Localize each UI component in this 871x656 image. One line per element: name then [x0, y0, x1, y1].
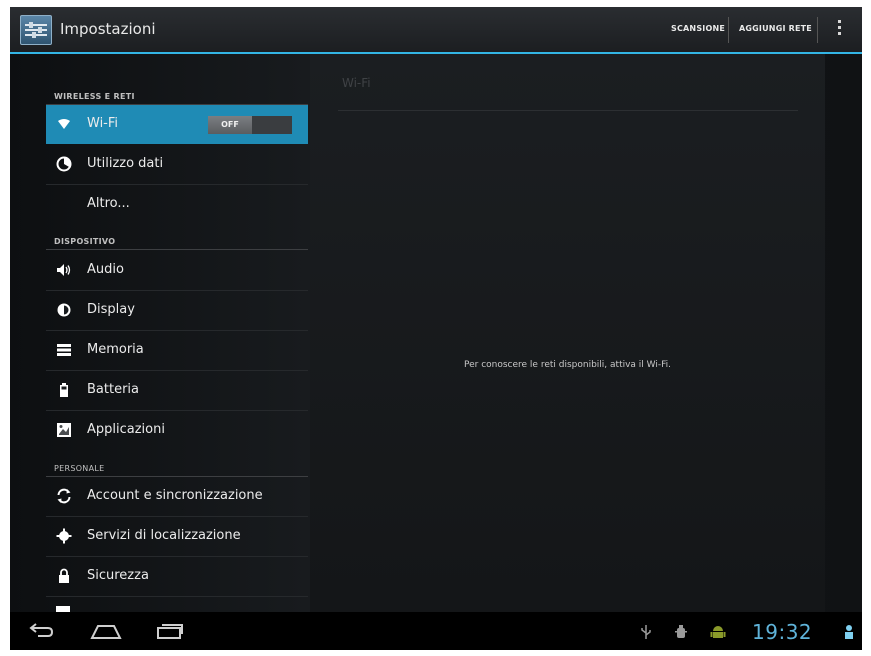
sidebar-item-label: Sicurezza — [87, 568, 149, 583]
section-header-wireless: WIRELESS E RETI — [54, 92, 135, 101]
sidebar-item-location[interactable]: Servizi di localizzazione — [46, 517, 308, 557]
sidebar-item-apps[interactable]: Applicazioni — [46, 411, 308, 450]
debug-icon — [675, 625, 687, 638]
sidebar-item-label: Account e sincronizzazione — [87, 488, 263, 503]
overflow-menu-icon[interactable] — [837, 20, 843, 40]
settings-list[interactable]: WIRELESS E RETI Wi-Fi OFF Utilizzo dati — [46, 54, 308, 612]
settings-icon[interactable] — [20, 15, 52, 45]
sidebar-item-security[interactable]: Sicurezza — [46, 557, 308, 597]
divider — [817, 17, 818, 43]
usb-icon — [641, 625, 651, 639]
wifi-detail-pane: Wi-Fi Per conoscere le reti disponibili,… — [310, 54, 825, 612]
divider — [728, 17, 729, 43]
settings-content: WIRELESS E RETI Wi-Fi OFF Utilizzo dati — [10, 54, 862, 612]
sidebar-item-display[interactable]: Display — [46, 291, 308, 331]
tablet-screen: Impostazioni SCANSIONE AGGIUNGI RETE WIR… — [10, 7, 862, 650]
detail-title: Wi-Fi — [342, 76, 371, 90]
sidebar-item-accounts[interactable]: Account e sincronizzazione — [46, 477, 308, 517]
sync-icon — [57, 488, 71, 504]
sidebar-item-label: Wi-Fi — [87, 116, 119, 131]
clock: 19:32 — [752, 620, 813, 644]
sidebar-item-label: Utilizzo dati — [87, 156, 164, 171]
divider — [46, 249, 308, 250]
user-icon — [845, 625, 853, 639]
storage-icon — [57, 344, 71, 356]
section-header-personal: PERSONALE — [54, 464, 105, 473]
speaker-icon — [57, 264, 71, 276]
sidebar-item-label: Servizi di localizzazione — [87, 528, 241, 543]
wifi-toggle[interactable]: OFF — [208, 116, 292, 134]
action-bar: Impostazioni SCANSIONE AGGIUNGI RETE — [10, 7, 862, 54]
location-icon — [56, 528, 72, 544]
sidebar-item-battery[interactable]: Batteria — [46, 371, 308, 411]
sidebar-item-audio[interactable]: Audio — [46, 251, 308, 291]
sidebar-item-label: Altro... — [87, 196, 130, 211]
section-header-device: DISPOSITIVO — [54, 237, 116, 246]
wifi-icon — [58, 119, 70, 129]
divider — [338, 110, 798, 111]
sidebar-item-label: Memoria — [87, 342, 144, 357]
navigation-bar: 19:32 — [10, 612, 862, 650]
wifi-off-message: Per conoscere le reti disponibili, attiv… — [463, 360, 671, 370]
sidebar-item-wifi[interactable]: Wi-Fi OFF — [46, 105, 308, 144]
sidebar-item-label: Audio — [87, 262, 124, 277]
recent-apps-icon[interactable] — [156, 622, 184, 640]
data-usage-icon — [56, 156, 72, 172]
home-icon[interactable] — [90, 622, 122, 640]
sidebar-item-storage[interactable]: Memoria — [46, 331, 308, 371]
android-icon — [710, 626, 726, 638]
apps-icon — [57, 423, 71, 437]
sidebar-item-data-usage[interactable]: Utilizzo dati — [46, 145, 308, 185]
lock-icon — [59, 568, 69, 583]
back-icon[interactable] — [28, 622, 54, 640]
brightness-icon — [57, 303, 71, 317]
sidebar-item-more[interactable]: Altro... — [46, 185, 308, 224]
sidebar-item-label: Display — [87, 302, 135, 317]
add-network-button[interactable]: AGGIUNGI RETE — [739, 24, 812, 33]
sidebar-item-partial[interactable] — [46, 602, 308, 612]
battery-icon — [60, 383, 68, 397]
toggle-state-label: OFF — [221, 120, 239, 129]
sidebar-item-label: Applicazioni — [87, 422, 165, 437]
sidebar-item-label: Batteria — [87, 382, 139, 397]
page-title: Impostazioni — [60, 20, 156, 38]
scan-button[interactable]: SCANSIONE — [671, 24, 725, 33]
